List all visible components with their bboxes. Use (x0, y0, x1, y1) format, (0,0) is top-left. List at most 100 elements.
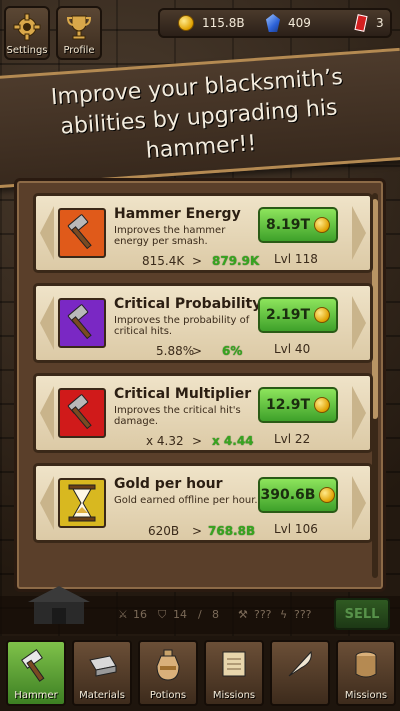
settings-label: Settings (6, 45, 48, 56)
upgrade-card-hammer-energy: Hammer Energy Improves the hammer energy… (33, 193, 373, 273)
upgrade-card-critical-probability: Critical Probability Improves the probab… (33, 283, 373, 363)
banner-text: Improve your blacksmith’s abilities by u… (50, 64, 344, 164)
upgrade-title: Hammer Energy (114, 206, 241, 222)
upgrade-title: Critical Multiplier (114, 386, 252, 402)
buy-upgrade-button[interactable]: 390.6B (258, 477, 338, 513)
level-label: Lvl 40 (274, 342, 311, 356)
value-separator: > (192, 254, 203, 268)
level-label: Lvl 118 (274, 252, 318, 266)
upgrade-title: Gold per hour (114, 476, 223, 492)
upgrade-card-gold-per-hour: Gold per hour Gold earned offline per ho… (33, 463, 373, 543)
arrow-right-icon (352, 206, 366, 260)
currency-bar: 115.8B 409 3 (158, 8, 392, 38)
price-label: 390.6B (260, 487, 316, 503)
next-value: 879.9K (212, 254, 260, 268)
scroll-icon (222, 651, 246, 677)
gold-coin-icon (178, 15, 194, 31)
shield-icon: ⛉ (158, 608, 167, 621)
nav-label: Materials (79, 690, 125, 701)
stat-attack: 16 (133, 608, 147, 621)
hammer-stat-icon: ⚒ (238, 608, 248, 621)
nav-quill[interactable] (270, 640, 330, 706)
upgrade-title: Critical Probability (114, 296, 262, 312)
gem-icon (266, 14, 280, 32)
current-value: 5.88% (156, 344, 195, 358)
upgrade-icon-box (58, 298, 106, 348)
sell-label: SELL (344, 606, 380, 622)
upgrades-panel: Hammer Energy Improves the hammer energy… (14, 178, 386, 592)
upgrade-icon-box (58, 388, 106, 438)
hourglass-icon (68, 484, 96, 522)
nav-materials[interactable]: Materials (72, 640, 132, 706)
current-value: x 4.32 (146, 434, 184, 448)
settings-button[interactable]: Settings (4, 6, 50, 60)
forge-icon (28, 586, 90, 624)
upgrade-icon-box (58, 208, 106, 258)
nav-label: Hammer (14, 690, 58, 701)
profile-label: Profile (63, 45, 95, 56)
arrow-right-icon (352, 476, 366, 530)
sword-icon: ⚔ (118, 608, 128, 621)
profile-button[interactable]: Profile (56, 6, 102, 60)
value-separator: > (192, 434, 203, 448)
arrow-left-icon (40, 386, 54, 440)
upgrade-description: Improves the hammer energy per smash. (114, 225, 226, 247)
next-value: 6% (222, 344, 243, 358)
arrow-left-icon (40, 206, 54, 260)
nav-label: Missions (212, 690, 256, 701)
lightning-icon: ϟ (280, 608, 288, 621)
buy-upgrade-button[interactable]: 12.9T (258, 387, 338, 423)
hammer-icon (67, 304, 92, 340)
next-value: 768.8B (208, 524, 256, 538)
stat-unknown-1: ??? (254, 608, 272, 621)
gold-coin-icon (314, 217, 331, 233)
hammer-icon (67, 214, 92, 250)
ticket-counter: 3 (354, 10, 384, 36)
buy-upgrade-button[interactable]: 2.19T (258, 297, 338, 333)
stat-defense: 14 (173, 608, 187, 621)
stat-unknown-2: ??? (294, 608, 312, 621)
nav-missions[interactable]: Missions (204, 640, 264, 706)
upgrade-icon-box (58, 478, 106, 528)
gold-counter: 115.8B (178, 10, 245, 36)
feather-icon: / (198, 608, 202, 621)
current-value: 620B (148, 524, 180, 538)
upgrade-description: Gold earned offline per hour. (114, 495, 258, 506)
gold-coin-icon (314, 397, 331, 413)
ingot-icon (89, 655, 117, 677)
ticket-icon (354, 14, 368, 32)
buy-upgrade-button[interactable]: 8.19T (258, 207, 338, 243)
barrel-icon (355, 651, 377, 678)
arrow-left-icon (40, 296, 54, 350)
gold-amount: 115.8B (202, 16, 245, 30)
level-label: Lvl 22 (274, 432, 311, 446)
value-separator: > (192, 344, 203, 358)
hammer-icon (67, 394, 92, 430)
trophy-icon (64, 12, 94, 42)
hammer-icon (21, 649, 45, 682)
gear-icon (12, 12, 42, 42)
potion-icon (156, 649, 180, 681)
price-label: 2.19T (265, 307, 311, 323)
gold-coin-icon (314, 307, 331, 323)
arrow-right-icon (352, 296, 366, 350)
nav-hammer[interactable]: Hammer (6, 640, 66, 706)
upgrade-card-critical-multiplier: Critical Multiplier Improves the critica… (33, 373, 373, 453)
next-value: x 4.44 (212, 434, 254, 448)
level-label: Lvl 106 (274, 522, 318, 536)
sell-button[interactable]: SELL (334, 598, 390, 630)
stat-speed: 8 (212, 608, 219, 621)
value-separator: > (192, 524, 203, 538)
ticket-amount: 3 (376, 16, 384, 30)
current-value: 815.4K (142, 254, 185, 268)
nav-label: Potions (149, 690, 187, 701)
nav-label: Missions (344, 690, 388, 701)
quill-icon (288, 650, 312, 677)
upgrade-description: Improves the critical hit's damage. (114, 405, 241, 427)
arrow-left-icon (40, 476, 54, 530)
arrow-right-icon (352, 386, 366, 440)
nav-missions-2[interactable]: Missions (336, 640, 396, 706)
nav-potions[interactable]: Potions (138, 640, 198, 706)
gem-amount: 409 (288, 16, 311, 30)
gem-counter: 409 (266, 10, 311, 36)
